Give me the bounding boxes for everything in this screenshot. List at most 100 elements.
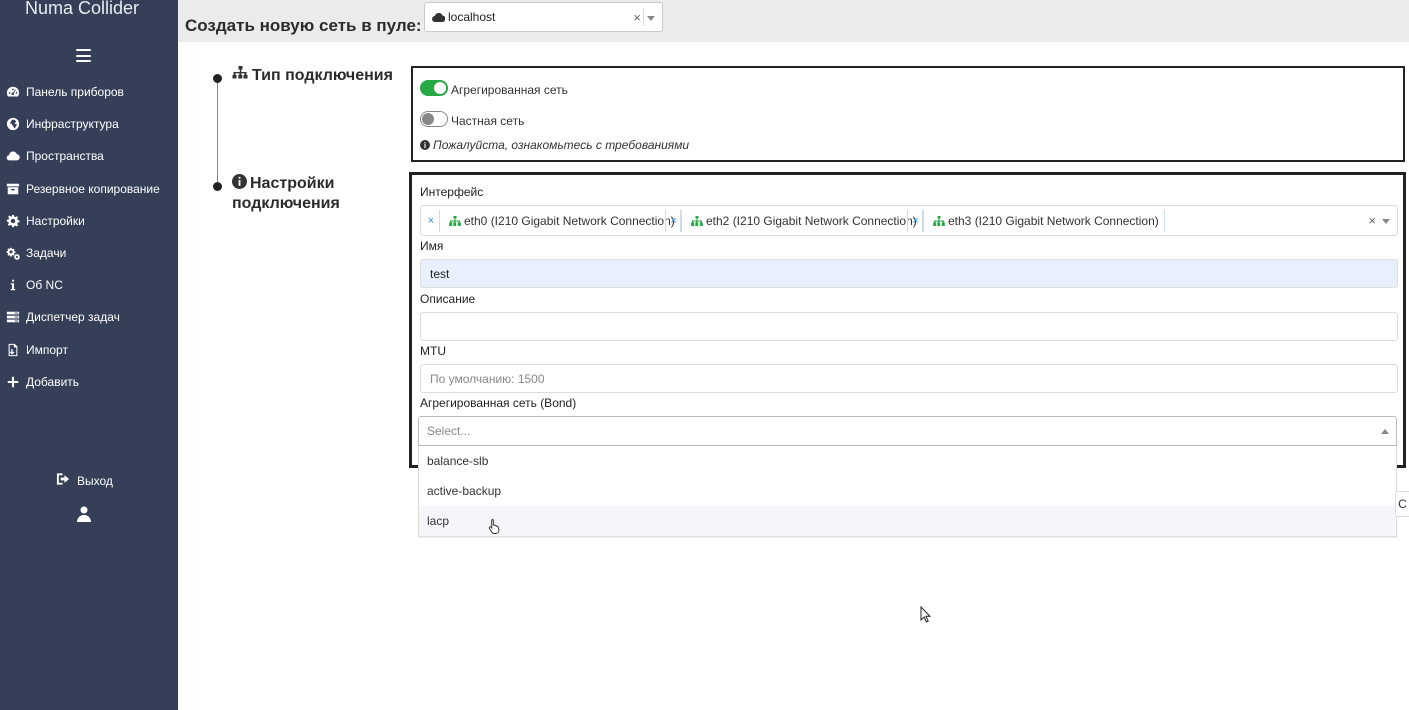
pool-select-value: localhost (448, 10, 496, 24)
sidebar-item-tasks[interactable]: Задачи (0, 237, 178, 269)
partially-hidden-button[interactable]: С (1395, 491, 1409, 517)
sidebar-item-label: Пространства (26, 149, 104, 164)
sidebar-item-infrastructure[interactable]: Инфраструктура (0, 108, 178, 140)
tag-label: eth0 (I210 Gigabit Network Connection) (440, 210, 681, 232)
arrow-cursor-icon (920, 606, 932, 623)
sitemap-icon (232, 66, 248, 79)
sidebar-item-task-manager[interactable]: Диспетчер задач (0, 301, 178, 333)
logout-icon (56, 472, 77, 489)
step-title-text-line2: подключения (232, 195, 340, 212)
sidebar-item-label: Добавить (26, 374, 80, 389)
tag-label: eth2 (I210 Gigabit Network Connection) (682, 210, 923, 232)
gear-icon (5, 213, 21, 229)
sidebar-item-backup[interactable]: Резервное копирование (0, 173, 178, 205)
chevron-down-icon[interactable] (1382, 219, 1390, 224)
tag-text: eth2 (I210 Gigabit Network Connection) (706, 214, 917, 228)
logout-button[interactable]: Выход (56, 472, 113, 489)
logout-label: Выход (77, 473, 113, 488)
archive-icon (5, 181, 21, 197)
name-input[interactable]: test (420, 259, 1398, 288)
requirements-notice-text: Пожалуйста, ознакомьтесь с требованиями (433, 138, 690, 152)
interface-tag: × eth2 (I210 Gigabit Network Connection) (665, 210, 923, 232)
mtu-input[interactable]: По умолчанию: 1500 (420, 364, 1398, 393)
sidebar-item-label: Импорт (26, 342, 68, 357)
sidebar-nav: Панель приборов Инфраструктура Пространс… (0, 76, 178, 398)
sidebar-item-label: Настройки (26, 213, 85, 228)
chevron-down-icon[interactable] (647, 16, 655, 21)
cloud-icon (5, 148, 21, 164)
info-circle-icon (232, 174, 247, 189)
step-title-connection-settings: Настройки подключения (232, 174, 340, 214)
network-icon (449, 216, 461, 226)
interface-multiselect[interactable]: × eth0 (I210 Gigabit Network Connection)… (420, 205, 1398, 236)
step-dot-connection-settings (213, 182, 222, 191)
sidebar-item-label: Задачи (26, 246, 67, 261)
description-input[interactable] (420, 312, 1398, 341)
step-title-text: Настройки (250, 175, 335, 192)
sidebar-item-label: Диспетчер задач (26, 310, 120, 325)
private-network-toggle-row: Частная сеть (420, 109, 524, 128)
sidebar-item-spaces[interactable]: Пространства (0, 140, 178, 172)
globe-icon (5, 116, 21, 132)
hamburger-menu-icon[interactable] (76, 49, 91, 62)
chevron-up-icon[interactable] (1381, 429, 1389, 434)
bonded-network-toggle-row: Агрегированная сеть (420, 78, 568, 97)
network-icon (933, 216, 945, 226)
interface-tag: × eth3 (I210 Gigabit Network Connection) (907, 210, 1165, 232)
sidebar-item-label: Об NC (26, 278, 63, 293)
private-network-label: Частная сеть (451, 114, 525, 128)
interface-tag: × eth0 (I210 Gigabit Network Connection) (423, 210, 681, 232)
network-icon (691, 216, 703, 226)
private-network-toggle[interactable] (420, 110, 448, 127)
sidebar-item-settings[interactable]: Настройки (0, 205, 178, 237)
hand-cursor-icon (488, 519, 500, 534)
user-icon[interactable] (77, 506, 91, 522)
bond-mode-menu: balance-slb active-backup lacp (418, 446, 1397, 537)
description-label: Описание (420, 292, 476, 306)
select-separator (643, 9, 644, 26)
sidebar-item-add[interactable]: Добавить (0, 366, 178, 398)
tag-remove-icon[interactable]: × (423, 210, 440, 232)
sidebar-item-import[interactable]: Импорт (0, 334, 178, 366)
interface-label: Интерфейс (420, 185, 484, 199)
tasks-icon (5, 309, 21, 325)
info-icon (5, 277, 21, 293)
stepper-line (217, 79, 218, 187)
interfaces-clear-icon[interactable]: × (1368, 213, 1376, 228)
tag-text: eth3 (I210 Gigabit Network Connection) (948, 214, 1159, 228)
file-import-icon (5, 342, 21, 358)
bond-option-lacp[interactable]: lacp (419, 506, 1396, 536)
tag-remove-icon[interactable]: × (907, 210, 924, 232)
sidebar-item-dashboard[interactable]: Панель приборов (0, 76, 178, 108)
dashboard-icon (5, 84, 21, 100)
brand-title: Numa Collider (24, 0, 140, 18)
step-dot-connection-type (213, 74, 222, 83)
top-bar: Создать новую сеть в пуле: localhost × (178, 0, 1409, 42)
gears-icon (5, 245, 21, 261)
page-title: Создать новую сеть в пуле: (185, 16, 422, 35)
name-label: Имя (420, 239, 444, 253)
sidebar: Numa Collider Панель приборов Инфраструк… (0, 0, 178, 710)
bond-option-active-backup[interactable]: active-backup (419, 476, 1396, 506)
pool-select[interactable]: localhost × (424, 2, 663, 32)
sidebar-item-about[interactable]: Об NC (0, 269, 178, 301)
tag-label: eth3 (I210 Gigabit Network Connection) (924, 210, 1165, 232)
sidebar-item-label: Инфраструктура (26, 117, 119, 132)
sidebar-item-label: Панель приборов (26, 85, 124, 100)
sidebar-item-label: Резервное копирование (26, 181, 160, 196)
mtu-label: MTU (420, 344, 446, 358)
cloud-icon (432, 12, 445, 22)
bonded-network-toggle[interactable] (420, 79, 448, 96)
pool-clear-icon[interactable]: × (633, 10, 641, 25)
connection-type-panel: Агрегированная сеть Частная сеть i Пожал… (411, 66, 1405, 162)
step-title-text: Тип подключения (252, 67, 393, 84)
tag-remove-icon[interactable]: × (665, 210, 682, 232)
requirements-notice[interactable]: i Пожалуйста, ознакомьтесь с требованиям… (420, 138, 689, 152)
bond-option-balance-slb[interactable]: balance-slb (419, 446, 1396, 476)
bonded-network-label: Агрегированная сеть (451, 83, 568, 97)
bond-mode-select[interactable]: Select... (418, 416, 1397, 446)
bond-select-placeholder: Select... (427, 424, 471, 438)
bond-label: Агрегированная сеть (Bond) (420, 396, 577, 410)
tag-text: eth0 (I210 Gigabit Network Connection) (464, 214, 675, 228)
step-title-connection-type: Тип подключения (232, 66, 393, 86)
